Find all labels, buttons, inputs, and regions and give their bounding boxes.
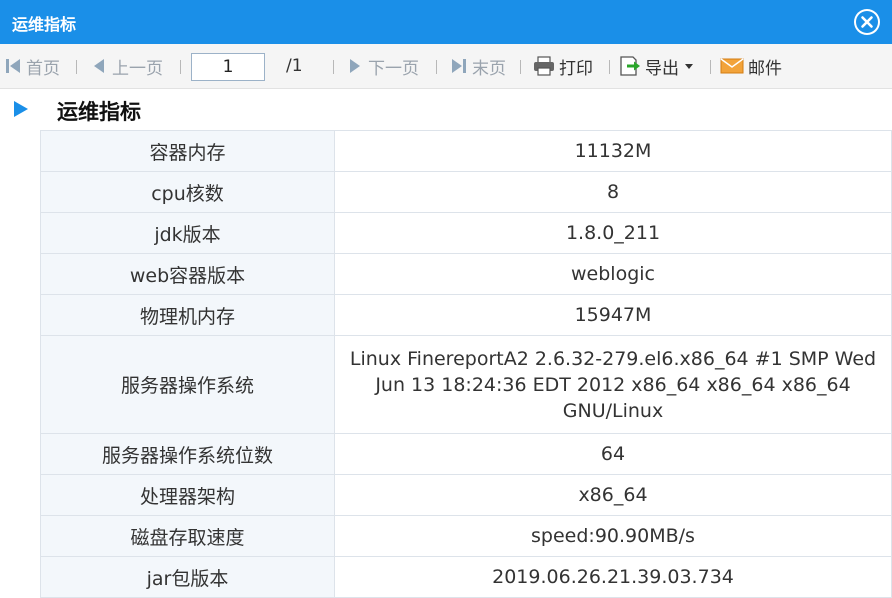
row-label: 处理器架构 [40,474,335,516]
section-heading: 运维指标 [12,93,141,125]
page-number-input[interactable]: 1 [191,53,265,81]
toolbar-separator [710,60,711,74]
toolbar-separator [180,60,181,74]
toolbar-separator [76,60,77,74]
next-page-icon [350,59,360,73]
print-label: 打印 [559,58,593,79]
section-title: 运维指标 [57,100,141,124]
prev-page-button[interactable]: 上一页 [90,54,163,79]
toolbar-separator [609,60,610,74]
email-label: 邮件 [748,58,782,79]
table-row: 物理机内存 15947M [40,294,892,336]
row-value: 64 [334,433,892,475]
email-icon [720,58,744,74]
row-value: x86_64 [334,474,892,516]
row-label: 服务器操作系统位数 [40,433,335,475]
row-value: Linux FinereportA2 2.6.32-279.el6.x86_64… [334,335,892,434]
export-button[interactable]: 导出 [619,54,699,79]
row-value: 2019.06.26.21.39.03.734 [334,556,892,598]
row-label: 磁盘存取速度 [40,515,335,557]
prev-page-label: 上一页 [112,58,163,79]
last-page-label: 末页 [472,58,506,79]
export-icon [620,56,640,76]
section-arrow-icon [14,101,28,117]
row-label: 物理机内存 [40,294,335,336]
next-page-button[interactable]: 下一页 [346,54,419,79]
row-value: 8 [334,171,892,213]
prev-page-icon [94,59,104,73]
print-button[interactable]: 打印 [533,54,593,79]
first-page-label: 首页 [26,58,60,79]
next-page-label: 下一页 [368,58,419,79]
toolbar-separator [436,60,437,74]
window-title: 运维指标 [12,15,77,34]
export-label: 导出 [645,58,679,79]
window-titlebar: 运维指标 [0,0,892,44]
table-row: 磁盘存取速度 speed:90.90MB/s [40,515,892,557]
row-value: speed:90.90MB/s [334,515,892,557]
toolbar-separator [520,60,521,74]
row-label: jdk版本 [40,212,335,254]
close-icon[interactable] [854,9,880,35]
report-toolbar: 首页 上一页 1 /1 下一页 末页 打印 导出 邮件 [0,44,892,89]
dropdown-arrow-icon[interactable] [683,61,695,71]
table-row: jdk版本 1.8.0_211 [40,212,892,254]
page-total: /1 [286,54,303,78]
table-row: web容器版本 weblogic [40,253,892,295]
row-value: weblogic [334,253,892,295]
table-row: 服务器操作系统位数 64 [40,433,892,475]
toolbar-separator [333,60,334,74]
table-row: 容器内存 11132M [40,130,892,172]
last-page-icon [452,59,466,73]
table-row: 服务器操作系统 Linux FinereportA2 2.6.32-279.el… [40,335,892,434]
email-button[interactable]: 邮件 [720,54,782,79]
print-icon [534,56,554,76]
row-value: 11132M [334,130,892,172]
row-label: web容器版本 [40,253,335,295]
row-value: 1.8.0_211 [334,212,892,254]
page-total-label: /1 [286,56,303,76]
row-label: cpu核数 [40,171,335,213]
first-page-icon [6,59,20,73]
row-label: jar包版本 [40,556,335,598]
row-value: 15947M [334,294,892,336]
table-row: jar包版本 2019.06.26.21.39.03.734 [40,556,892,598]
first-page-button[interactable]: 首页 [4,54,60,79]
table-row: cpu核数 8 [40,171,892,213]
row-label: 服务器操作系统 [40,335,335,434]
row-label: 容器内存 [40,130,335,172]
last-page-button[interactable]: 末页 [450,54,506,79]
table-row: 处理器架构 x86_64 [40,474,892,516]
metrics-table: 容器内存 11132M cpu核数 8 jdk版本 1.8.0_211 web容… [40,130,892,598]
